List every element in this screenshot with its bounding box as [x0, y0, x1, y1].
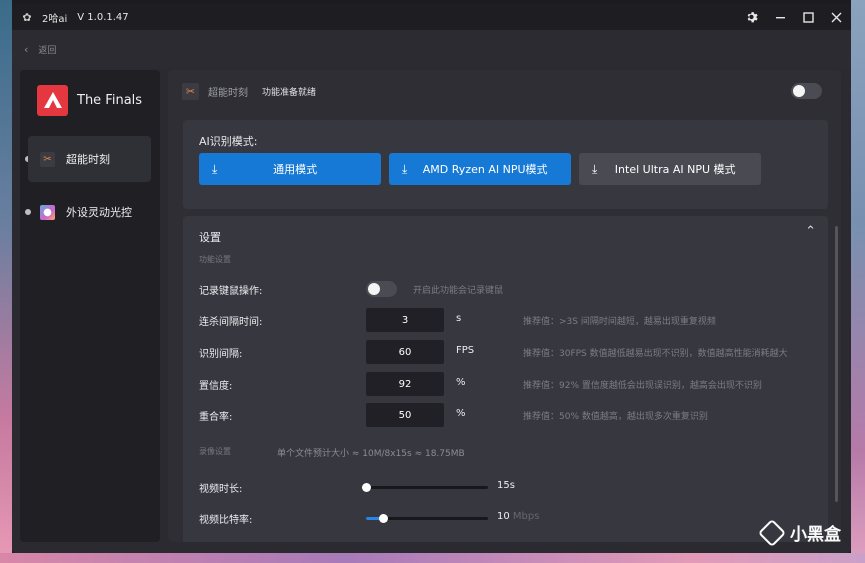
confidence-input[interactable]: 92: [366, 372, 444, 396]
app-window: ✿ 2哈ai V 1.0.1.47 ‹ 返回 The Finals ✂ 超能时刻…: [12, 4, 851, 553]
feature-status: 功能准备就绪: [262, 88, 317, 98]
heybox-logo-icon: [757, 518, 787, 547]
record-keys-label: 记录键鼠操作:: [199, 286, 263, 297]
mode-intel-npu-button[interactable]: ⤓ Intel Ultra AI NPU 模式: [579, 153, 761, 185]
the-finals-logo-icon: [37, 84, 68, 116]
video-length-label: 视频时长:: [199, 484, 243, 495]
sidebar-item-label: 外设灵动光控: [66, 206, 132, 219]
desktop-background-bottom: [0, 553, 865, 563]
kill-interval-hint: 推荐值：>3S 间隔时间越短，越易出现重复视频: [523, 317, 716, 327]
mode-amd-npu-button[interactable]: ⤓ AMD Ryzen AI NPU模式: [389, 153, 571, 185]
video-length-value: 15s: [497, 480, 515, 491]
desktop-background-right: [851, 0, 865, 563]
game-title: The Finals: [77, 92, 143, 108]
app-name: 2哈ai: [42, 13, 68, 25]
ai-mode-label: AI识别模式:: [199, 135, 258, 148]
slider-thumb[interactable]: [379, 514, 389, 523]
app-version: V 1.0.1.47: [77, 11, 129, 23]
sidebar-item-label: 超能时刻: [66, 153, 110, 166]
close-icon[interactable]: [829, 10, 843, 24]
feature-toggle[interactable]: [791, 83, 822, 99]
overlap-hint: 推荐值：50% 数值越高，越出现多次重复识别: [523, 412, 708, 422]
confidence-hint: 推荐值：92% 置信度越低会出现误识别，越高会出现不识别: [523, 381, 762, 391]
rgb-light-icon: ●: [40, 204, 55, 220]
gear-icon[interactable]: [745, 10, 759, 24]
record-keys-hint: 开启此功能会记录键鼠: [413, 286, 504, 296]
nav-dot: [25, 209, 31, 215]
mode-button-label: AMD Ryzen AI NPU模式: [422, 163, 548, 176]
bitrate-row: 视频比特率: 10 Mbps: [199, 506, 829, 530]
chevron-up-icon[interactable]: ⌃: [805, 224, 816, 239]
watermark: 小黑盒: [757, 518, 841, 547]
detect-interval-row: 识别间隔: 60 FPS 推荐值：30FPS 数值越低越易出现不识别，数值越高性…: [199, 340, 829, 364]
detect-interval-label: 识别间隔:: [199, 349, 243, 360]
highlight-clip-icon: ✂: [40, 151, 55, 167]
sidebar-item-highlight[interactable]: ✂ 超能时刻: [20, 136, 160, 182]
detect-interval-hint: 推荐值：30FPS 数值越低越易出现不识别，数值越高性能消耗越大: [523, 349, 788, 359]
back-bar: ‹ 返回: [12, 30, 851, 68]
feature-header: ✂ 超能时刻 功能准备就绪: [182, 83, 822, 100]
confidence-unit: %: [456, 377, 466, 388]
overlap-unit: %: [456, 408, 466, 419]
minimize-icon[interactable]: [773, 10, 787, 24]
settings-card: 设置 ⌃ 功能设置 记录键鼠操作: 开启此功能会记录键鼠 连杀间隔时间: 3 s…: [183, 216, 828, 542]
record-keys-toggle[interactable]: [366, 281, 397, 297]
slider-unit: Mbps: [512, 511, 540, 522]
overlap-label: 重合率:: [199, 412, 233, 423]
kill-interval-label: 连杀间隔时间:: [199, 317, 263, 328]
sidebar: The Finals ✂ 超能时刻 ● 外设灵动光控: [20, 70, 160, 542]
bitrate-slider[interactable]: [366, 514, 488, 523]
desktop-background-left: [0, 0, 12, 563]
detect-interval-unit: FPS: [456, 345, 475, 356]
sidebar-item-rgb[interactable]: ● 外设灵动光控: [20, 189, 160, 235]
overlap-input[interactable]: 50: [366, 403, 444, 427]
scrollbar[interactable]: [835, 226, 838, 502]
maximize-icon[interactable]: [801, 10, 815, 24]
kill-interval-row: 连杀间隔时间: 3 s 推荐值：>3S 间隔时间越短，越易出现重复视频: [199, 308, 829, 332]
mode-button-label: Intel Ultra AI NPU 模式: [614, 163, 736, 176]
slider-value-text: 15s: [497, 480, 515, 491]
slider-thumb[interactable]: [362, 483, 371, 492]
settings-title: 设置: [199, 231, 221, 244]
slider-value-text: 10: [497, 511, 510, 522]
overlap-row: 重合率: 50 % 推荐值：50% 数值越高，越出现多次重复识别: [199, 403, 829, 427]
video-length-slider[interactable]: [362, 483, 488, 492]
bitrate-label: 视频比特率:: [199, 515, 253, 526]
highlight-clip-icon: ✂: [182, 83, 199, 100]
ai-mode-card: AI识别模式: ⤓ 通用模式 ⤓ AMD Ryzen AI NPU模式 ⤓ In…: [183, 120, 828, 209]
detect-interval-input[interactable]: 60: [366, 340, 444, 364]
record-keys-row: 记录键鼠操作: 开启此功能会记录键鼠: [199, 277, 829, 301]
content-area: The Finals ✂ 超能时刻 ● 外设灵动光控 ✂ 超能时刻 功能准备就绪: [12, 68, 851, 553]
video-length-row: 视频时长: 15s: [199, 475, 829, 499]
recording-settings-row: 录像设置 单个文件预计大小 ≈ 10M/8x15s ≈ 18.75MB: [199, 444, 829, 460]
watermark-text: 小黑盒: [790, 525, 841, 545]
chevron-left-icon[interactable]: ‹: [24, 43, 28, 56]
back-button[interactable]: 返回: [38, 43, 56, 56]
titlebar: ✿ 2哈ai V 1.0.1.47: [12, 4, 851, 30]
bitrate-value: 10 Mbps: [497, 511, 539, 522]
file-size-estimate: 单个文件预计大小 ≈ 10M/8x15s ≈ 18.75MB: [277, 449, 465, 459]
main-panel: ✂ 超能时刻 功能准备就绪 AI识别模式: ⤓ 通用模式 ⤓ AMD Ryzen…: [168, 70, 841, 542]
confidence-label: 置信度:: [199, 381, 233, 392]
feature-title: 超能时刻: [208, 88, 248, 99]
confidence-row: 置信度: 92 % 推荐值：92% 置信度越低会出现误识别，越高会出现不识别: [199, 372, 829, 396]
app-logo-icon: ✿: [22, 10, 32, 24]
game-brand: The Finals: [37, 84, 160, 116]
kill-interval-unit: s: [456, 313, 462, 324]
mode-button-label: 通用模式: [273, 163, 318, 176]
mode-general-button[interactable]: ⤓ 通用模式: [199, 153, 381, 185]
recording-settings-label: 录像设置: [199, 447, 231, 456]
kill-interval-input[interactable]: 3: [366, 308, 444, 332]
settings-subtitle: 功能设置: [199, 255, 231, 264]
